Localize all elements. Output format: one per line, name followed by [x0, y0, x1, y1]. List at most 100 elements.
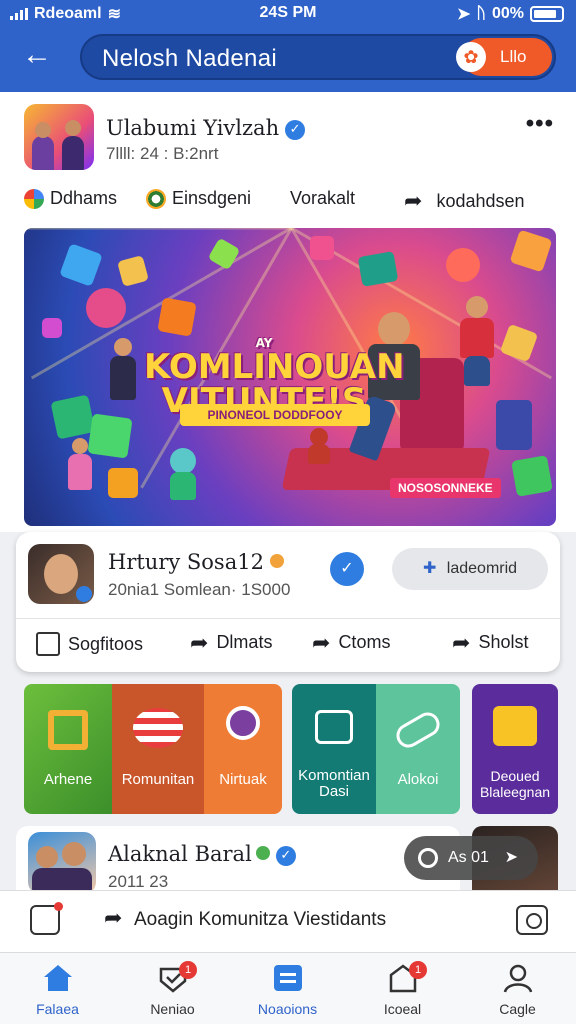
- share-action[interactable]: ➦ Sholst: [452, 629, 529, 655]
- tile-label: Nirtuak: [219, 771, 267, 788]
- post-card: Ulabumi Yivlzah ✓ 7llll: 24 : B:2nrt ••• …: [0, 92, 576, 532]
- camera-bag-icon: [315, 710, 353, 744]
- header-title: Nelosh Nadenai: [102, 45, 277, 72]
- tab-label: Falaea: [36, 1001, 79, 1017]
- group-name-text: Hrtury Sosa12: [108, 550, 264, 574]
- tag-item[interactable]: Vorakalt: [290, 188, 355, 209]
- follow-check-icon[interactable]: ✓: [330, 552, 364, 586]
- post-author-name: Ulabumi Yivlzah: [106, 116, 280, 140]
- battery-icon: [530, 6, 564, 22]
- list-icon: [274, 965, 302, 991]
- divider: [16, 618, 560, 619]
- tag-label: Einsdgeni: [172, 188, 252, 208]
- tile-label: Romunitan: [121, 771, 195, 788]
- header-action-label: Lllo: [500, 47, 527, 66]
- status-right: ➤ ᚢ 00%: [457, 4, 564, 24]
- camera-icon[interactable]: [516, 905, 548, 935]
- bottom-tab-bar: Falaea 1 Neniao Noaoions 1 Icoeal Cagle: [0, 952, 576, 1024]
- tag-label: Vorakalt: [290, 188, 356, 208]
- back-arrow-icon[interactable]: ←: [22, 38, 56, 72]
- header-action-button[interactable]: ✿ Lllo: [456, 38, 552, 76]
- tile-label: Alokoi: [397, 771, 439, 788]
- top-bar: Rdeoaml ≋ 24S PM ➤ ᚢ 00% ← Nelosh Nadena…: [0, 0, 576, 92]
- tag-item[interactable]: ➦ kodahdsen: [404, 188, 525, 214]
- action-label: Ctoms: [338, 632, 391, 652]
- tile-item[interactable]: Deoued Blaleegnan: [472, 684, 558, 814]
- profile-icon: [503, 964, 533, 993]
- online-badge-icon: [76, 586, 92, 602]
- notification-badge: 1: [409, 961, 427, 979]
- globe-icon: [24, 188, 44, 209]
- post-author[interactable]: Ulabumi Yivlzah ✓: [106, 116, 306, 140]
- post-tags: Ddhams Einsdgeni Vorakalt ➦ kodahdsen: [24, 184, 554, 214]
- microphone-icon: [226, 706, 260, 740]
- tag-label: Ddhams: [50, 188, 118, 208]
- wrench-icon: [392, 708, 444, 752]
- live-camera-label: As 01: [448, 849, 489, 866]
- tile-item[interactable]: Komontian Dasi: [292, 684, 376, 814]
- tab-notifications[interactable]: 1 Neniao: [115, 953, 230, 1024]
- share-arrow-icon: ➦: [104, 905, 123, 930]
- sticker-icon: ✿: [456, 42, 486, 72]
- save-action[interactable]: Sogfitoos: [36, 632, 143, 656]
- battery-percent: 00%: [491, 5, 524, 22]
- compose-input[interactable]: Aoagin Komunitza Viestidants: [134, 909, 386, 931]
- tag-item[interactable]: Einsdgeni: [146, 188, 251, 209]
- location-icon: ➤: [456, 6, 471, 23]
- post-banner-image[interactable]: AY KOMLINOUAN VITUNTE!S PINONEOL DODDFOO…: [24, 228, 556, 526]
- online-dot-icon: [255, 846, 270, 860]
- action-label: Sholst: [478, 632, 529, 652]
- post-meta: 7llll: 24 : B:2nrt: [106, 144, 219, 163]
- share-arrow-icon: ➦: [452, 629, 471, 655]
- pin-icon: ➦: [404, 188, 423, 213]
- tile-item[interactable]: Alokoi: [376, 684, 460, 814]
- bluetooth-icon: ᚢ: [476, 5, 486, 22]
- puzzle-icon: [493, 706, 537, 746]
- tab-home[interactable]: Falaea: [0, 953, 115, 1024]
- group-avatar[interactable]: [28, 544, 94, 604]
- checkbox-icon[interactable]: [36, 632, 60, 656]
- tile-label: Arhene: [43, 771, 93, 788]
- join-button[interactable]: ✚ ladeomrid: [392, 548, 548, 590]
- join-button-label: ladeomrid: [446, 560, 518, 577]
- tab-messages[interactable]: Noaoions: [230, 953, 345, 1024]
- home-icon: [44, 965, 72, 991]
- post2-avatar[interactable]: [28, 832, 96, 894]
- lock-icon: [48, 710, 88, 750]
- action-label: Sogfitoos: [68, 633, 144, 654]
- tile-group-middle: Komontian Dasi Alokoi: [292, 684, 460, 814]
- notification-badge: 1: [179, 961, 197, 979]
- category-tiles: Arhene Romunitan Nirtuak Komontian Dasi …: [0, 684, 576, 814]
- add-friend-icon[interactable]: [30, 902, 63, 935]
- live-camera-button[interactable]: As 01 ➤: [404, 836, 538, 880]
- tile-item[interactable]: Nirtuak: [204, 684, 282, 814]
- banner-badge: NOSOSONNEKE: [390, 478, 501, 498]
- tag-item[interactable]: Ddhams: [24, 188, 117, 209]
- group-name[interactable]: Hrtury Sosa12: [108, 550, 284, 574]
- status-bar: Rdeoaml ≋ 24S PM ➤ ᚢ 00%: [0, 4, 576, 26]
- comment-action[interactable]: ➦ Ctoms: [312, 629, 391, 655]
- tab-label: Noaoions: [257, 1001, 318, 1017]
- tab-label: Icoeal: [383, 1001, 422, 1017]
- status-dot-icon: [269, 554, 284, 568]
- tile-item[interactable]: Romunitan: [112, 684, 204, 814]
- tile-item[interactable]: Arhene: [24, 684, 112, 814]
- tile-label: Deoued Blaleegnan: [479, 768, 551, 800]
- tile-label: Komontian Dasi: [298, 767, 370, 800]
- camera-icon: [418, 848, 438, 868]
- group-meta: 20nia1 Somlean· 1S000: [108, 580, 291, 599]
- verified-icon: ✓: [285, 120, 306, 140]
- more-options-icon[interactable]: •••: [526, 110, 554, 138]
- tab-profile[interactable]: Cagle: [460, 953, 575, 1024]
- banner-subtitle: PINONEOL DODDFOOY: [180, 404, 370, 426]
- header-search-bar[interactable]: Nelosh Nadenai ✿ Lllo: [80, 34, 556, 80]
- share-arrow-icon: ➦: [190, 629, 209, 655]
- tile-group-left: Arhene Romunitan Nirtuak: [24, 684, 282, 814]
- author-avatar[interactable]: [24, 104, 94, 170]
- post2-author[interactable]: Alaknal Baral ✓: [108, 842, 296, 866]
- like-action[interactable]: ➦ Dlmats: [190, 629, 272, 655]
- group-actions: Sogfitoos ➦ Dlmats ➦ Ctoms ➦ Sholst: [16, 624, 560, 664]
- share-arrow-icon: ➦: [312, 629, 331, 655]
- compose-bar: ➦ Aoagin Komunitza Viestidants: [0, 890, 576, 952]
- tab-market[interactable]: 1 Icoeal: [345, 953, 460, 1024]
